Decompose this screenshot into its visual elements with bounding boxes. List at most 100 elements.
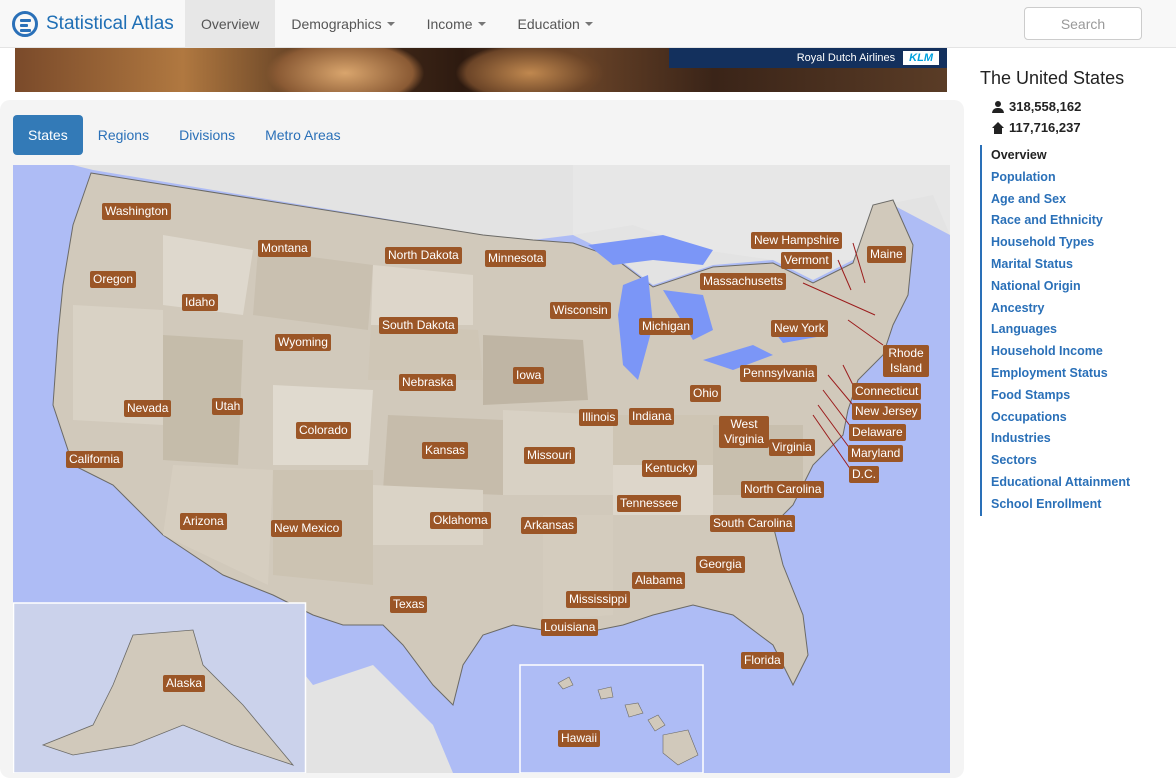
sidebar-item-ancestry[interactable]: Ancestry [982,298,1130,320]
label-arkansas[interactable]: Arkansas [521,517,578,534]
label-texas[interactable]: Texas [390,596,428,613]
label-montana[interactable]: Montana [258,240,311,257]
sidebar-item-marital-status[interactable]: Marital Status [982,254,1130,276]
sidebar-item-occupations[interactable]: Occupations [982,407,1130,429]
label-new-hampshire[interactable]: New Hampshire [751,232,843,249]
label-west-virginia[interactable]: West Virginia [719,416,769,448]
banner-photo [455,48,605,92]
sidebar-item-population[interactable]: Population [982,167,1130,189]
nav-tab-label: Education [517,16,580,32]
label-colorado[interactable]: Colorado [296,422,351,439]
population-value: 318,558,162 [1009,99,1082,114]
banner-photo [265,48,425,92]
label-illinois[interactable]: Illinois [579,409,619,426]
label-kansas[interactable]: Kansas [422,442,469,459]
nav-tab-overview[interactable]: Overview [185,0,276,48]
tab-metro-areas[interactable]: Metro Areas [250,115,355,155]
caret-down-icon [477,22,486,26]
label-arizona[interactable]: Arizona [180,513,227,530]
label-wyoming[interactable]: Wyoming [275,334,331,351]
label-alabama[interactable]: Alabama [632,572,686,589]
label-south-dakota[interactable]: South Dakota [379,317,458,334]
label-pennsylvania[interactable]: Pennsylvania [740,365,818,382]
label-rhode-island[interactable]: Rhode Island [883,345,929,377]
caret-down-icon [386,22,395,26]
sidebar-item-food-stamps[interactable]: Food Stamps [982,385,1130,407]
tab-divisions[interactable]: Divisions [164,115,250,155]
main-nav: Overview Demographics Income Education [185,0,609,48]
tab-regions[interactable]: Regions [83,115,164,155]
label-oklahoma[interactable]: Oklahoma [430,512,491,529]
label-hawaii[interactable]: Hawaii [558,730,601,747]
atlas-logo-icon [12,11,38,37]
label-new-jersey[interactable]: New Jersey [852,403,921,420]
ad-text: Royal Dutch Airlines [796,52,896,64]
label-connecticut[interactable]: Connecticut [852,383,922,400]
label-mississippi[interactable]: Mississippi [566,591,631,608]
label-maine[interactable]: Maine [867,246,906,263]
label-north-dakota[interactable]: North Dakota [385,247,462,264]
brand-link[interactable]: Statistical Atlas [12,8,174,40]
label-louisiana[interactable]: Louisiana [541,619,599,636]
nav-tab-income[interactable]: Income [411,0,502,48]
house-icon [992,121,1004,134]
sidebar-item-national-origin[interactable]: National Origin [982,276,1130,298]
label-massachusetts[interactable]: Massachusetts [700,273,787,290]
nav-tab-education[interactable]: Education [502,0,609,48]
sidebar: The United States 318,558,162 117,716,23… [964,48,1176,778]
label-georgia[interactable]: Georgia [696,556,745,573]
label-iowa[interactable]: Iowa [513,367,545,384]
person-icon [992,100,1004,113]
sidebar-item-household-types[interactable]: Household Types [982,232,1130,254]
label-oregon[interactable]: Oregon [90,271,137,288]
label-nebraska[interactable]: Nebraska [399,374,457,391]
tab-states[interactable]: States [13,115,83,155]
label-dc[interactable]: D.C. [849,466,879,483]
label-new-york[interactable]: New York [771,320,828,337]
sidebar-item-race-and-ethnicity[interactable]: Race and Ethnicity [982,210,1130,232]
sidebar-item-age-and-sex[interactable]: Age and Sex [982,189,1130,211]
sidebar-item-sectors[interactable]: Sectors [982,450,1130,472]
label-florida[interactable]: Florida [741,652,784,669]
us-map[interactable]: Washington Montana North Dakota Minnesot… [13,165,950,773]
label-vermont[interactable]: Vermont [781,252,832,269]
label-tennessee[interactable]: Tennessee [617,495,682,512]
label-minnesota[interactable]: Minnesota [485,250,547,267]
label-maryland[interactable]: Maryland [848,445,904,462]
households-stat: 117,716,237 [992,120,1081,135]
label-california[interactable]: California [66,451,123,468]
label-indiana[interactable]: Indiana [629,408,675,425]
label-nevada[interactable]: Nevada [124,400,172,417]
label-missouri[interactable]: Missouri [524,447,575,464]
label-ohio[interactable]: Ohio [690,385,722,402]
label-kentucky[interactable]: Kentucky [642,460,698,477]
label-virginia[interactable]: Virginia [769,439,815,456]
sidebar-item-industries[interactable]: Industries [982,428,1130,450]
nav-tab-demographics[interactable]: Demographics [275,0,410,48]
search-input[interactable] [1024,7,1142,40]
top-navbar: Statistical Atlas Overview Demographics … [0,0,1176,48]
sidebar-item-household-income[interactable]: Household Income [982,341,1130,363]
nav-tab-label: Income [426,16,473,32]
nav-tab-label: Demographics [291,16,382,32]
sidebar-item-languages[interactable]: Languages [982,319,1130,341]
label-north-carolina[interactable]: North Carolina [741,481,825,498]
label-delaware[interactable]: Delaware [849,424,906,441]
map-tabs: States Regions Divisions Metro Areas [13,115,356,155]
sidebar-item-overview[interactable]: Overview [982,145,1130,167]
label-new-mexico[interactable]: New Mexico [271,520,343,537]
label-michigan[interactable]: Michigan [639,318,694,335]
label-washington[interactable]: Washington [102,203,171,220]
label-wisconsin[interactable]: Wisconsin [550,302,611,319]
nav-tab-label: Overview [201,16,260,32]
location-title: The United States [980,68,1125,88]
households-value: 117,716,237 [1009,120,1081,135]
banner-ad[interactable]: Royal Dutch Airlines KLM [15,48,947,92]
label-idaho[interactable]: Idaho [182,294,219,311]
label-south-carolina[interactable]: South Carolina [710,515,796,532]
sidebar-item-educational-attainment[interactable]: Educational Attainment [982,472,1130,494]
label-utah[interactable]: Utah [212,398,244,415]
label-alaska[interactable]: Alaska [163,675,206,692]
sidebar-item-school-enrollment[interactable]: School Enrollment [982,494,1130,516]
sidebar-item-employment-status[interactable]: Employment Status [982,363,1130,385]
